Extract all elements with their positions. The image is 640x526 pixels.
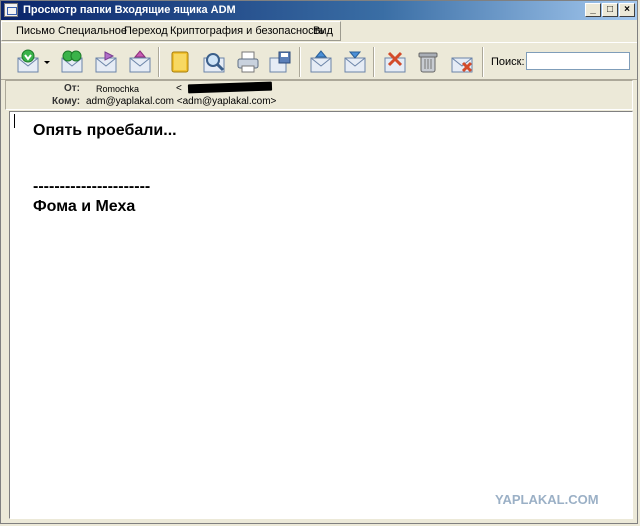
reply-all-icon[interactable] <box>59 49 83 73</box>
close-button[interactable]: × <box>619 3 635 17</box>
get-mail-icon[interactable] <box>15 49 39 73</box>
delete-from-server-icon[interactable] <box>449 49 473 73</box>
address-book-icon[interactable] <box>167 49 191 73</box>
window-title: Просмотр папки Входящие ящика ADM <box>23 4 236 16</box>
menu-letter[interactable]: Письмо <box>16 25 55 37</box>
toolbar-separator <box>158 47 160 77</box>
search-input[interactable] <box>526 52 630 70</box>
delete-icon[interactable] <box>415 49 439 73</box>
previous-message-icon[interactable] <box>308 49 332 73</box>
maximize-button[interactable]: □ <box>602 3 618 17</box>
message-line: ---------------------- <box>33 178 151 195</box>
save-icon[interactable] <box>267 49 291 73</box>
text-caret <box>14 114 15 128</box>
search-label: Поиск: <box>491 56 525 68</box>
title-bar[interactable]: Просмотр папки Входящие ящика ADM _ □ × <box>1 1 637 20</box>
menu-crypto[interactable]: Криптография и безопасность <box>170 25 324 37</box>
minimize-button[interactable]: _ <box>585 3 601 17</box>
junk-icon[interactable] <box>382 49 406 73</box>
site-watermark: YAPLAKAL.COM <box>495 492 599 507</box>
message-line: Опять проебали... <box>33 122 177 139</box>
toolbar: Поиск: <box>1 42 637 80</box>
message-signature: Фома и Меха <box>33 198 136 215</box>
from-name[interactable]: Romochka <box>96 84 139 94</box>
dropdown-arrow-icon[interactable] <box>43 49 51 73</box>
to-value[interactable]: adm@yaplakal.com <adm@yaplakal.com> <box>86 96 276 107</box>
toolbar-separator <box>482 47 484 77</box>
redaction-mark <box>187 81 273 94</box>
search-icon[interactable] <box>201 49 225 73</box>
menu-view[interactable]: Вид <box>313 25 333 37</box>
send-receive-icon[interactable] <box>127 49 151 73</box>
message-body[interactable]: Опять проебали... ----------------------… <box>9 111 633 519</box>
mail-app-icon <box>4 3 18 17</box>
toolbar-separator <box>299 47 301 77</box>
menu-bar: Письмо Специальное Переход Криптография … <box>1 21 341 41</box>
print-icon[interactable] <box>235 49 259 73</box>
from-label: От: <box>64 83 81 94</box>
toolbar-separator <box>373 47 375 77</box>
next-message-icon[interactable] <box>342 49 366 73</box>
message-headers: От: Romochka < Кому: adm@yaplakal.com <a… <box>5 80 633 110</box>
forward-icon[interactable] <box>93 49 117 73</box>
menu-go[interactable]: Переход <box>124 25 168 37</box>
from-email[interactable]: < <box>176 83 182 94</box>
mail-viewer-window: Просмотр папки Входящие ящика ADM _ □ × … <box>0 0 638 524</box>
menu-special[interactable]: Специальное <box>58 25 127 37</box>
to-label: Кому: <box>52 96 81 107</box>
